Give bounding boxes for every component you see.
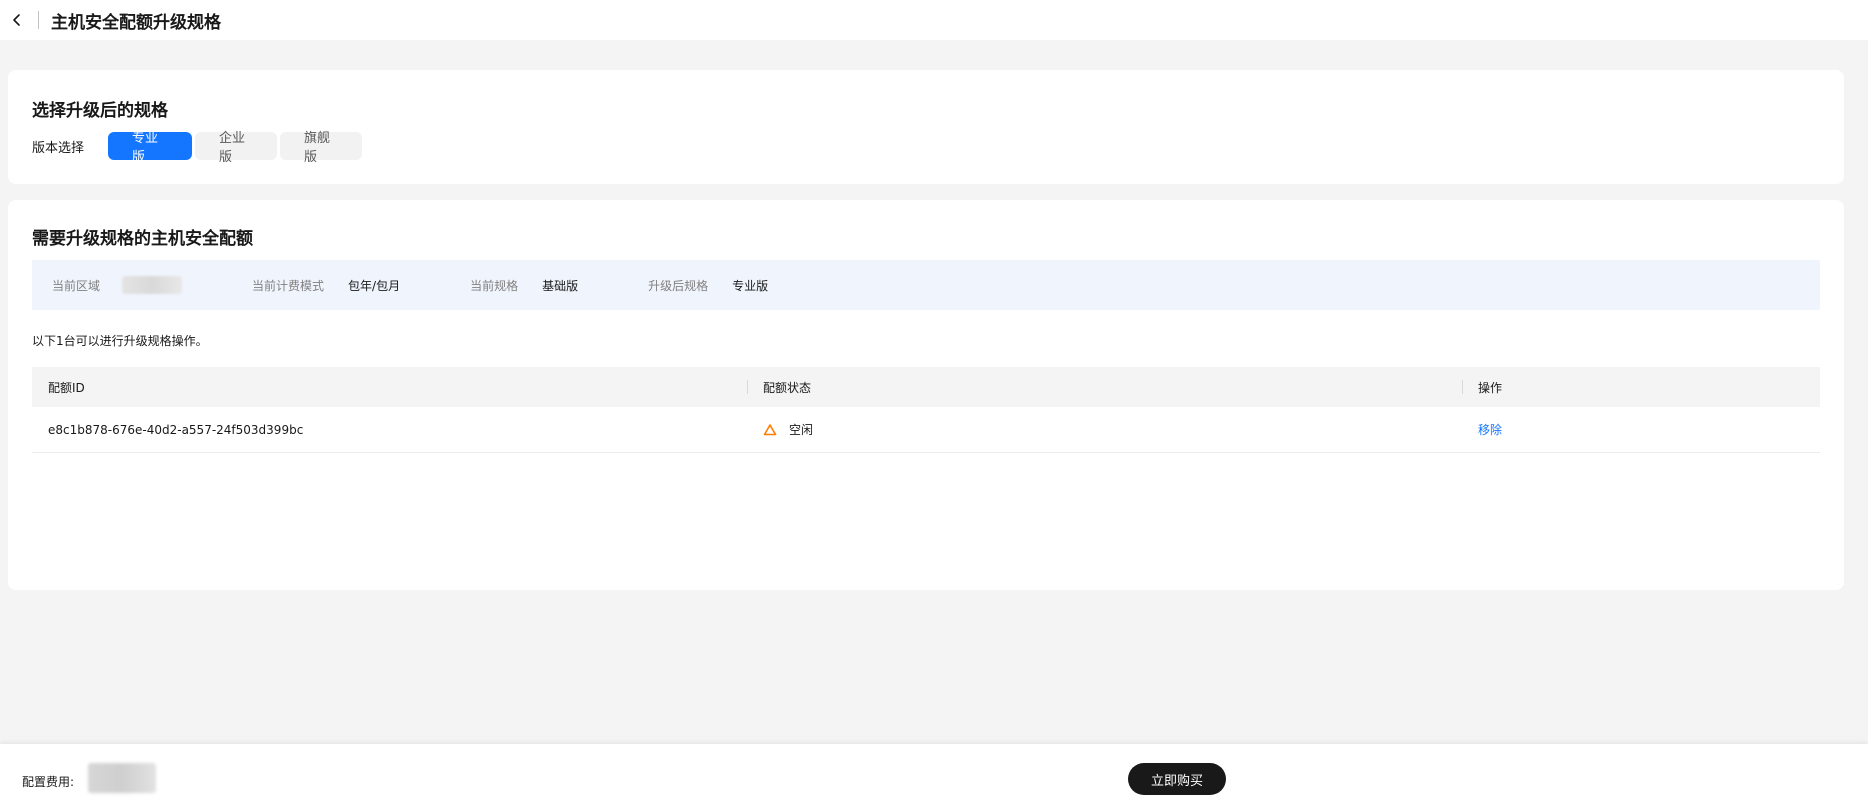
version-label: 版本选择 — [32, 140, 85, 156]
spec-card-title: 选择升级后的规格 — [32, 101, 168, 121]
info-current-spec-label: 当前规格 — [470, 278, 519, 293]
quota-id-cell: e8c1b878-676e-40d2-a557-24f503d399bc — [48, 422, 304, 437]
info-current-spec: 当前规格 基础版 — [470, 277, 578, 294]
spec-selection-card: 选择升级后的规格 版本选择 专业版 企业版 旗舰版 — [8, 70, 1844, 184]
remove-link[interactable]: 移除 — [1478, 421, 1502, 438]
quota-status-text: 空闲 — [789, 423, 814, 437]
info-billing: 当前计费模式 包年/包月 — [252, 277, 400, 294]
quota-info-bar: 当前区域 当前计费模式 包年/包月 当前规格 基础版 升级后规格 专业版 — [32, 260, 1820, 310]
quota-card-title: 需要升级规格的主机安全配额 — [32, 229, 253, 249]
version-option-flagship[interactable]: 旗舰版 — [280, 131, 363, 165]
table-header: 配额ID 配额状态 操作 — [32, 367, 1820, 407]
fee-value-redacted — [88, 763, 156, 793]
header-divider — [38, 11, 39, 29]
info-region-value-redacted — [122, 276, 183, 294]
info-billing-label: 当前计费模式 — [252, 278, 325, 293]
page-title: 主机安全配额升级规格 — [51, 12, 221, 33]
info-target-spec-value: 专业版 — [732, 278, 769, 293]
info-billing-value: 包年/包月 — [348, 278, 401, 293]
warning-triangle-icon — [763, 423, 777, 437]
column-header-id: 配额ID — [48, 380, 85, 395]
version-option-enterprise[interactable]: 企业版 — [195, 131, 278, 165]
info-target-spec-label: 升级后规格 — [648, 278, 709, 293]
footer-bar: 配置费用: 立即购买 — [0, 744, 1868, 804]
quota-card: 需要升级规格的主机安全配额 当前区域 当前计费模式 包年/包月 当前规格 基础版… — [8, 200, 1844, 590]
version-option-pro[interactable]: 专业版 — [108, 131, 193, 165]
column-header-action: 操作 — [1462, 367, 1820, 407]
info-region-label: 当前区域 — [52, 278, 101, 293]
back-button[interactable] — [0, 0, 34, 40]
info-current-spec-value: 基础版 — [542, 278, 579, 293]
table-row: e8c1b878-676e-40d2-a557-24f503d399bc 空闲 … — [32, 407, 1820, 453]
info-region: 当前区域 — [52, 276, 183, 294]
quota-table: 配额ID 配额状态 操作 e8c1b878-676e-40d2-a557-24f… — [32, 367, 1820, 453]
quota-action-cell: 移除 — [1462, 421, 1820, 438]
page-header: 主机安全配额升级规格 — [0, 0, 1868, 40]
column-header-status: 配额状态 — [747, 367, 1462, 407]
version-selector: 版本选择 专业版 企业版 旗舰版 — [32, 131, 365, 165]
upgrade-note: 以下1台可以进行升级规格操作。 — [32, 334, 208, 348]
chevron-left-icon — [13, 14, 20, 26]
fee-label: 配置费用: — [22, 775, 75, 789]
quota-status-cell: 空闲 — [747, 421, 1462, 438]
buy-now-button[interactable]: 立即购买 — [1128, 763, 1226, 795]
info-target-spec: 升级后规格 专业版 — [648, 277, 768, 294]
